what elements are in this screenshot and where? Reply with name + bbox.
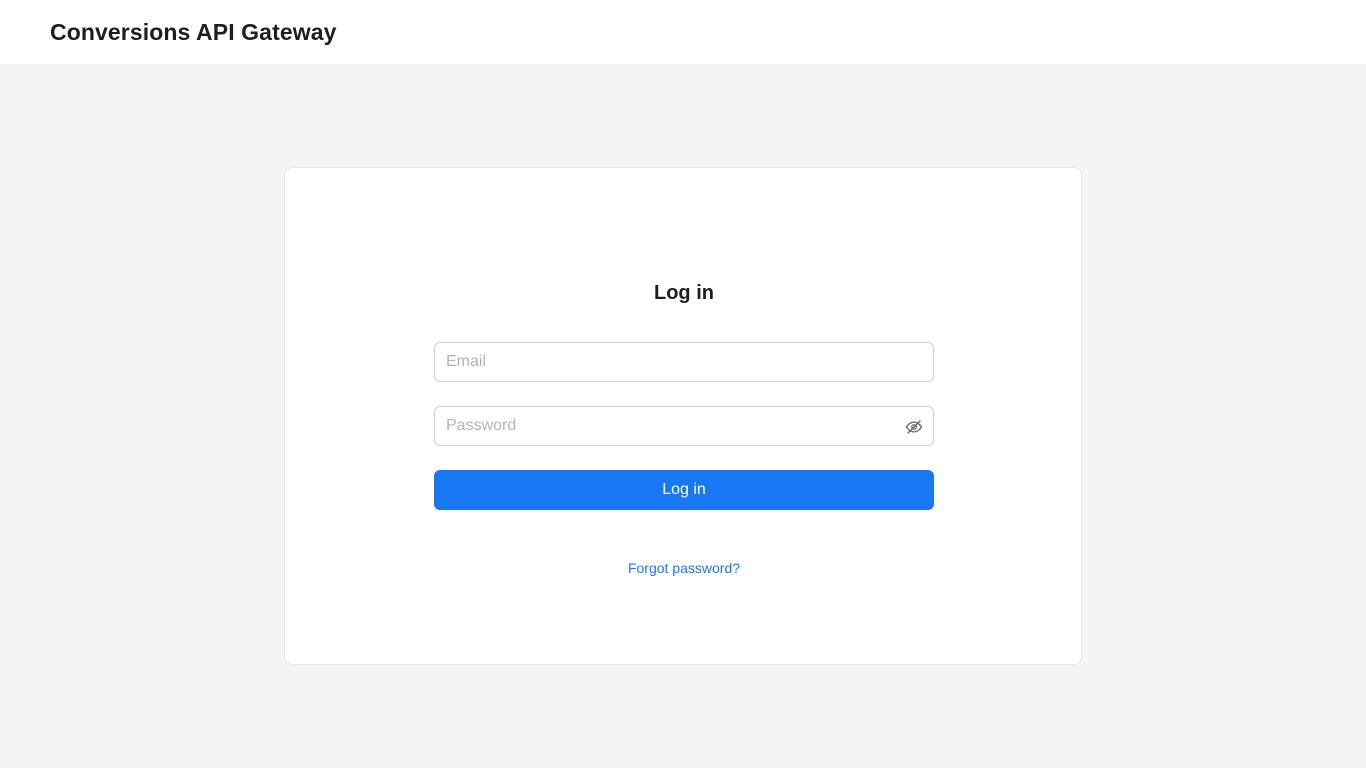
- login-button[interactable]: Log in: [434, 470, 934, 510]
- forgot-password-link[interactable]: Forgot password?: [628, 560, 740, 576]
- email-field-container: [434, 342, 934, 382]
- password-field-container: [434, 406, 934, 446]
- app-title: Conversions API Gateway: [50, 18, 337, 45]
- eye-slash-icon[interactable]: [905, 418, 923, 436]
- email-field[interactable]: [435, 343, 933, 381]
- forgot-password-row: Forgot password?: [285, 560, 1083, 576]
- password-field[interactable]: [435, 407, 933, 445]
- login-card: Log in Log in Forgot password?: [284, 167, 1082, 665]
- login-heading: Log in: [654, 282, 714, 304]
- top-bar: Conversions API Gateway: [0, 0, 1366, 64]
